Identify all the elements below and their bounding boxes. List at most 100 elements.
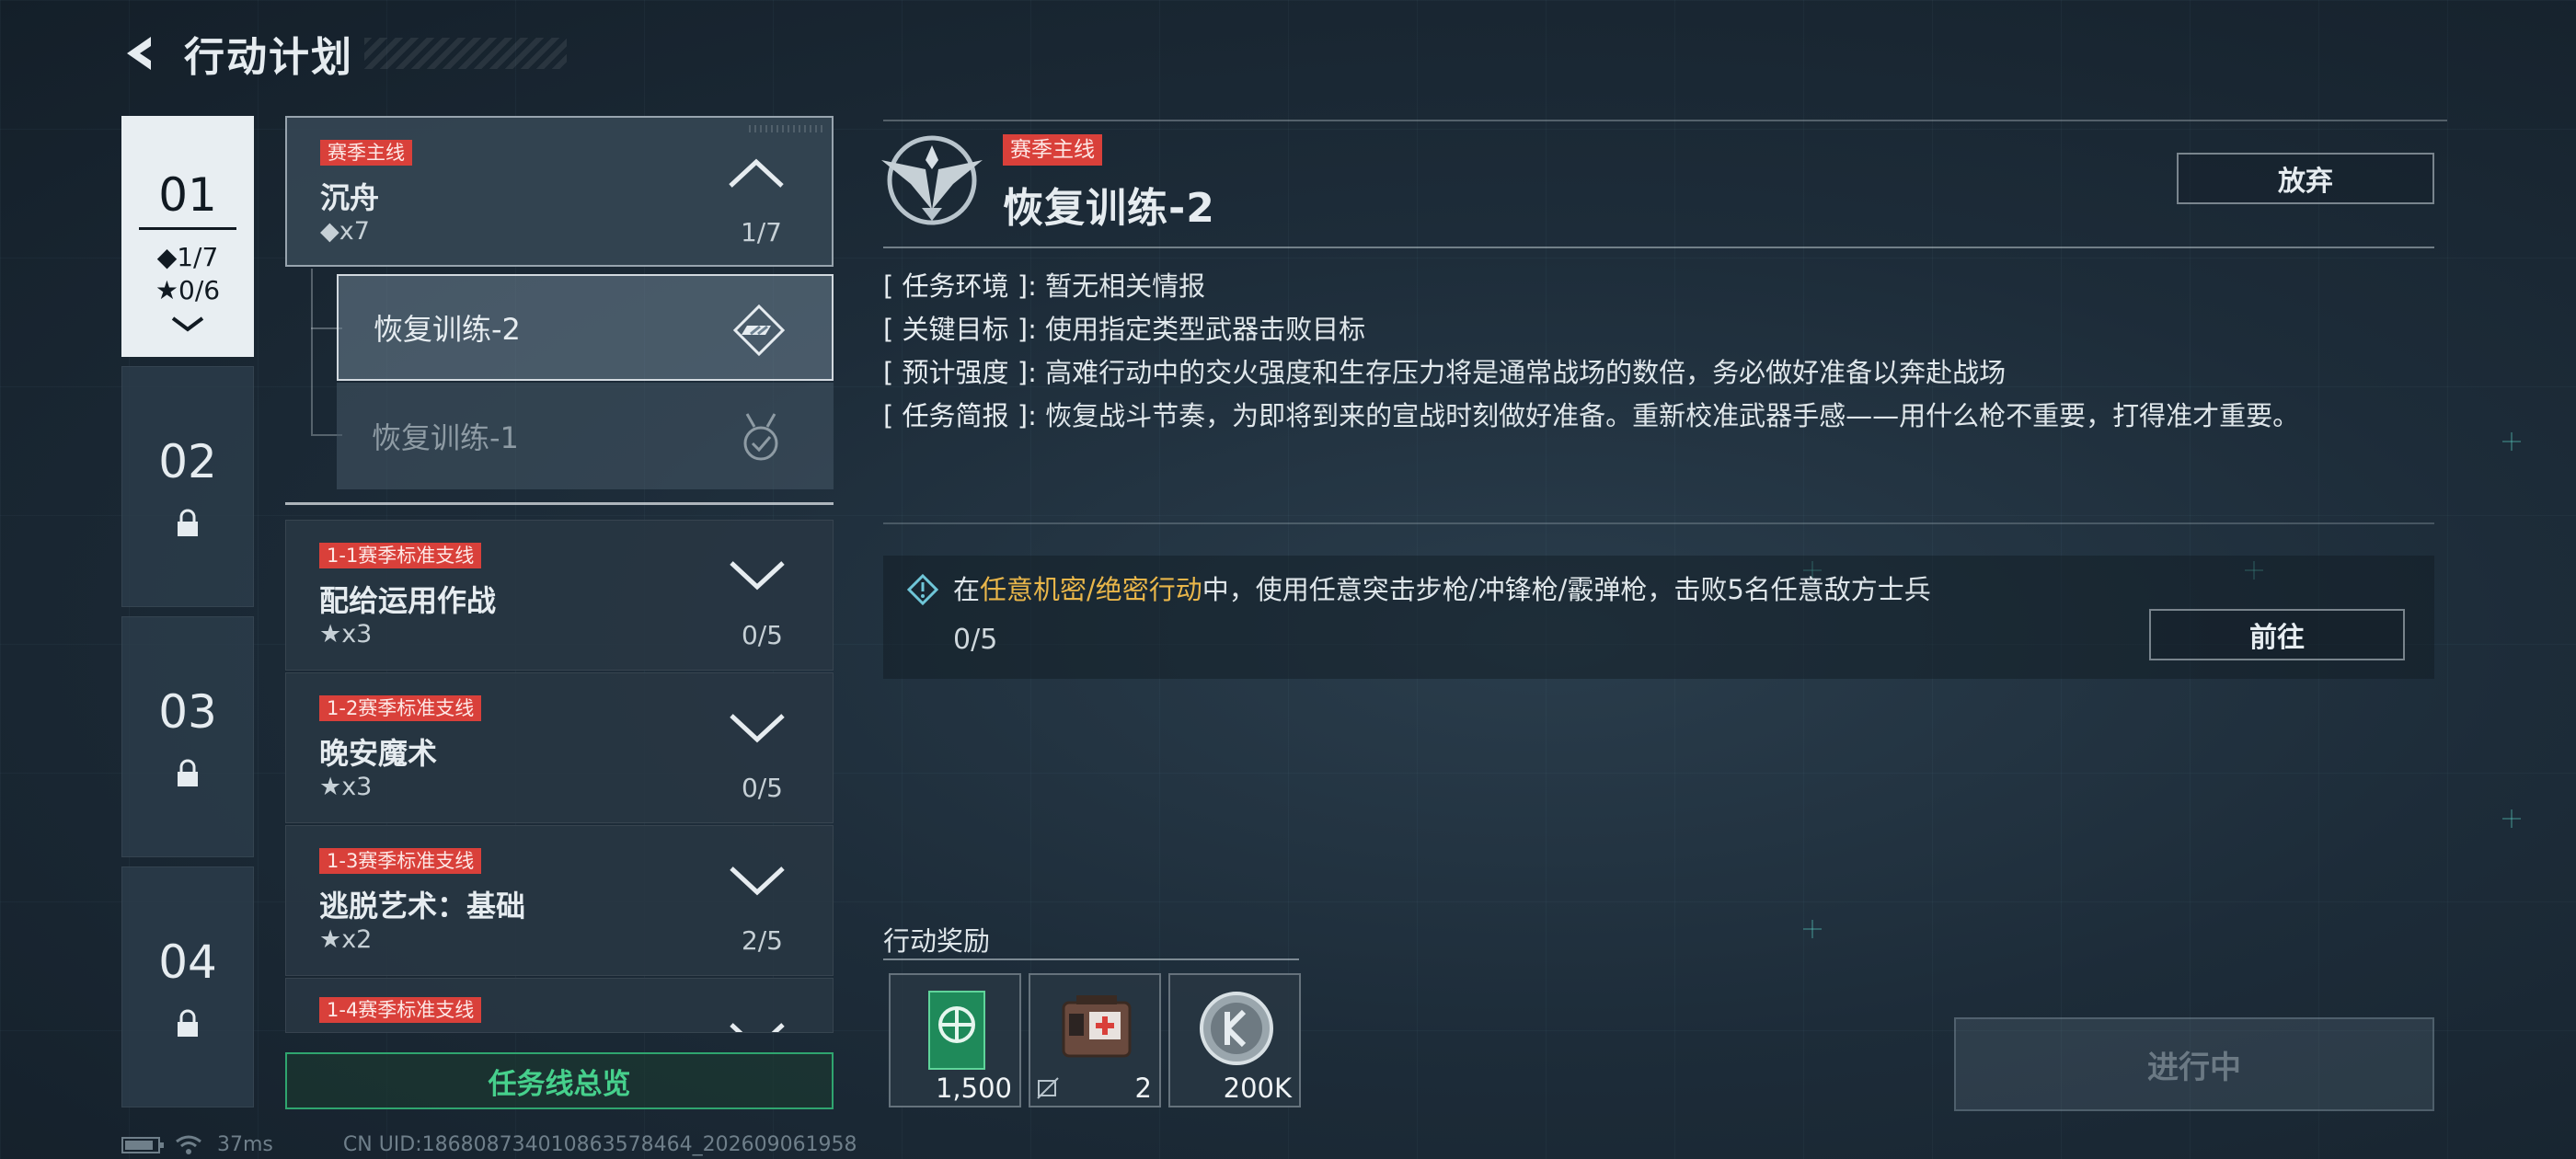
mission-name: 逃脱艺术：基础 [319, 889, 526, 924]
sub-mission-item[interactable]: 恢复训练-1 [337, 383, 834, 489]
reward-list: 1,500 2 200K [889, 973, 1301, 1107]
sub-mission-label: 恢复训练-1 [372, 420, 519, 455]
status-bar: 37ms CN UID:18680873401086357846​4_20260… [121, 1133, 857, 1156]
mission-tag: 赛季主线 [320, 140, 412, 166]
sub-mission-item[interactable]: 恢复训练-2 [337, 274, 834, 381]
mission-requirement: ★x3 [319, 620, 373, 648]
objective-progress: 0/5 [953, 624, 998, 656]
mission-branch[interactable]: 1-1赛季标准支线 配给运用作战 ★x3 0/5 [285, 520, 834, 671]
chapter-number: 01 [139, 168, 236, 230]
reward-item[interactable]: 1,500 [889, 973, 1021, 1107]
sub-mission-label: 恢复训练-2 [374, 312, 521, 347]
info-label: [ 任务环境 ]: [883, 270, 1037, 302]
info-text: 恢复战斗节奏，为即将到来的宣战时刻做好准备。重新校准武器手感——用什么枪不重要，… [1045, 400, 2300, 431]
reward-count: 200K [1223, 1073, 1292, 1104]
chevron-down-icon [730, 866, 785, 896]
chapter-diamonds: ◆1/7 [156, 242, 219, 272]
title-decoration [364, 38, 567, 69]
info-text: 高难行动中的交火强度和生存压力将是通常战场的数倍，务必做好准备以奔赴战场 [1045, 357, 2007, 388]
eagle-emblem-icon [881, 135, 983, 225]
divider [883, 522, 2434, 524]
lock-icon [178, 759, 198, 786]
chevron-down-icon [730, 561, 785, 591]
objective-suffix: 中，使用任意突击步枪/冲锋枪/霰弹枪，击败5名任意敌方士兵 [1202, 574, 1931, 605]
mission-requirement: ◆x7 [320, 217, 370, 246]
chevron-down-icon [171, 316, 204, 332]
info-text: 暂无相关情报 [1045, 270, 1206, 302]
chapter-stars: ★0/6 [155, 275, 221, 305]
silver-coin-icon [1200, 992, 1273, 1065]
info-text: 使用指定类型武器击败目标 [1045, 314, 1366, 345]
reward-count: 1,500 [935, 1073, 1012, 1104]
mission-overview-button[interactable]: 任务线总览 [285, 1052, 834, 1109]
page-title: 行动计划 [184, 34, 353, 81]
list-divider [285, 502, 834, 505]
chapter-list: 01 ◆1/7 ★0/6 02 03 04 [121, 116, 254, 1117]
tree-connector [311, 269, 313, 434]
uid-text: CN UID:18680873401086357846​4_2026090619… [342, 1133, 857, 1156]
reward-item[interactable]: 200K [1168, 973, 1301, 1107]
info-label: [ 关键目标 ]: [883, 314, 1037, 345]
divider [883, 247, 2434, 248]
objective-prefix: 在 [953, 574, 981, 605]
mission-requirement: ★x3 [319, 773, 373, 801]
mission-name: 沉舟 [320, 180, 380, 215]
in-progress-diamond-icon [732, 304, 786, 357]
info-row: [ 预计强度 ]: 高难行动中的交火强度和生存压力将是通常战场的数倍，务必做好准… [883, 351, 2429, 395]
mission-info: [ 任务环境 ]: 暂无相关情报 [ 关键目标 ]: 使用指定类型武器击败目标 … [883, 265, 2429, 438]
objective-card: 在任意机密/绝密行动中，使用任意突击步枪/冲锋枪/霰弹枪，击败5名任意敌方士兵 … [883, 556, 2434, 679]
mission-tag: 1-2赛季标准支线 [319, 695, 482, 721]
info-row: [ 任务环境 ]: 暂无相关情报 [883, 265, 2429, 308]
divider [883, 958, 1299, 960]
objective-highlight: 任意机密/绝密行动 [980, 574, 1202, 605]
back-button[interactable] [120, 31, 164, 75]
info-label: [ 预计强度 ]: [883, 357, 1037, 388]
mission-requirement: ★x2 [319, 925, 373, 954]
abandon-button[interactable]: 放弃 [2177, 153, 2434, 204]
mission-tag: 1-3赛季标准支线 [319, 848, 482, 874]
mission-progress: 1/7 [740, 217, 782, 247]
objective-diamond-icon [907, 574, 938, 605]
mission-progress: 2/5 [741, 925, 783, 956]
chevron-down-icon [730, 1023, 785, 1032]
lock-icon [178, 509, 198, 536]
mission-name: 晚安魔术 [319, 736, 438, 771]
lock-icon [178, 1009, 198, 1037]
detail-tag: 赛季主线 [1003, 134, 1102, 166]
info-row: [ 关键目标 ]: 使用指定类型武器击败目标 [883, 308, 2429, 351]
mission-main[interactable]: 赛季主线 沉舟 ◆x7 1/7 [285, 116, 834, 267]
mission-branch[interactable]: 1-3赛季标准支线 逃脱艺术：基础 ★x2 2/5 [285, 825, 834, 976]
chapter-04[interactable]: 04 [121, 866, 254, 1107]
chapter-number: 02 [158, 435, 217, 488]
chevron-up-icon [729, 158, 784, 188]
decoration [749, 125, 822, 132]
detail-title: 恢复训练-2 [1003, 185, 1215, 232]
mission-branch[interactable]: 1-4赛季标准支线 [285, 978, 834, 1033]
objective-text: 在任意机密/绝密行动中，使用任意突击步枪/冲锋枪/霰弹枪，击败5名任意敌方士兵 [953, 568, 1931, 607]
medkit-icon [1062, 995, 1132, 1058]
sub-mission-list: 恢复训练-2 恢复训练-1 [285, 269, 834, 497]
in-progress-button: 进行中 [1954, 1017, 2434, 1111]
chapter-number: 04 [158, 935, 217, 989]
mission-progress: 0/5 [741, 620, 783, 650]
chapter-number: 03 [158, 685, 217, 739]
wifi-icon [176, 1135, 201, 1154]
chevron-down-icon [730, 714, 785, 743]
header: 行动计划 [120, 26, 567, 81]
mission-branch[interactable]: 1-2赛季标准支线 晚安魔术 ★x3 0/5 [285, 672, 834, 823]
back-arrow-icon [127, 37, 151, 70]
info-label: [ 任务简报 ]: [883, 400, 1037, 431]
reward-item[interactable]: 2 [1029, 973, 1161, 1107]
bound-item-icon [1037, 1077, 1059, 1099]
mission-list: 赛季主线 沉舟 ◆x7 1/7 恢复训练-2 恢复训练-1 1-1赛季标准支线 … [285, 116, 834, 1036]
ping-text: 37ms [217, 1133, 273, 1156]
mission-tag: 1-4赛季标准支线 [319, 997, 482, 1023]
info-row: [ 任务简报 ]: 恢复战斗节奏，为即将到来的宣战时刻做好准备。重新校准武器手感… [883, 395, 2429, 438]
chapter-02[interactable]: 02 [121, 366, 254, 607]
chapter-01[interactable]: 01 ◆1/7 ★0/6 [121, 116, 254, 357]
rewards-title: 行动奖励 [883, 925, 991, 957]
reward-count: 2 [1134, 1073, 1152, 1104]
chapter-03[interactable]: 03 [121, 616, 254, 857]
mission-tag: 1-1赛季标准支线 [319, 543, 482, 568]
goto-button[interactable]: 前往 [2149, 609, 2405, 660]
